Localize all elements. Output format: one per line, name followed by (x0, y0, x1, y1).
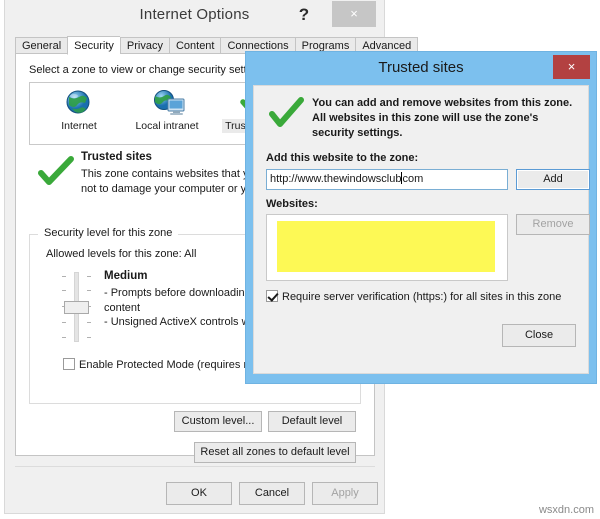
websites-listbox[interactable] (266, 214, 508, 281)
website-url-input[interactable]: http://www.thewindowsclubcom (266, 169, 508, 190)
security-level-legend: Security level for this zone (40, 227, 177, 239)
globe-monitor-icon (152, 87, 185, 117)
tab-security[interactable]: Security (67, 36, 120, 55)
globe-icon (64, 87, 94, 117)
slider-tick (87, 290, 91, 291)
allowed-levels-label: Allowed levels for this zone: All (46, 248, 197, 260)
apply-button[interactable]: Apply (312, 482, 378, 505)
slider-tick (87, 337, 91, 338)
slider-tick (62, 322, 66, 323)
redaction-overlay (277, 221, 495, 272)
require-verification-checkbox[interactable] (266, 290, 278, 302)
close-button[interactable]: Close (502, 324, 576, 347)
zone-description-title: Trusted sites (81, 151, 152, 163)
group-border-left (30, 234, 38, 235)
green-check-icon (38, 156, 74, 193)
cancel-button[interactable]: Cancel (239, 482, 305, 505)
page-title: Internet Options (139, 6, 250, 23)
protected-mode-row[interactable]: Enable Protected Mode (requires restar (63, 358, 272, 371)
custom-level-button[interactable]: Custom level... (174, 411, 262, 432)
banner-text: You can add and remove websites from thi… (312, 97, 573, 139)
security-level-name: Medium (104, 270, 148, 282)
help-icon[interactable]: ? (290, 2, 318, 28)
slider-tick (87, 322, 91, 323)
tab-content[interactable]: Content (168, 37, 221, 54)
slider-tick (62, 276, 66, 277)
tab-privacy[interactable]: Privacy (119, 37, 169, 54)
zone-label: Local intranet (135, 120, 199, 132)
zone-item-internet[interactable]: Internet (36, 87, 122, 133)
trusted-sites-dialog: Trusted sites × You can add and remove w… (246, 52, 596, 383)
remove-button[interactable]: Remove (516, 214, 590, 235)
zone-label: Internet (61, 120, 97, 132)
require-verification-label: Require server verification (https:) for… (282, 291, 562, 303)
require-verification-row[interactable]: Require server verification (https:) for… (266, 290, 561, 303)
green-check-icon (268, 96, 304, 135)
trusted-sites-titlebar: Trusted sites × (246, 52, 596, 85)
watermark: wsxdn.com (538, 504, 594, 516)
add-button[interactable]: Add (516, 169, 590, 190)
zone-prompt-label: Select a zone to view or change security… (29, 64, 262, 76)
slider-tick (62, 337, 66, 338)
url-text-before-caret: http://www.thewindowsclub (270, 173, 402, 185)
security-level-slider[interactable] (56, 272, 96, 342)
protected-mode-checkbox[interactable] (63, 358, 75, 370)
default-level-button[interactable]: Default level (268, 411, 356, 432)
add-website-label: Add this website to the zone: (266, 152, 419, 164)
dialog-title: Trusted sites (378, 59, 464, 76)
slider-tick (87, 276, 91, 277)
reset-all-zones-button[interactable]: Reset all zones to default level (194, 442, 356, 463)
protected-mode-label: Enable Protected Mode (requires restar (79, 359, 272, 371)
close-icon[interactable]: × (553, 55, 590, 79)
slider-tick (62, 290, 66, 291)
footer-divider (15, 466, 375, 467)
internet-options-titlebar: Internet Options ? × (5, 0, 384, 31)
slider-thumb[interactable] (64, 301, 89, 314)
zone-item-local-intranet[interactable]: Local intranet (124, 87, 210, 133)
ok-button[interactable]: OK (166, 482, 232, 505)
close-icon[interactable]: × (332, 1, 376, 27)
websites-label: Websites: (266, 198, 318, 210)
tab-general[interactable]: General (15, 37, 68, 54)
banner: You can add and remove websites from thi… (264, 94, 580, 140)
trusted-sites-body: You can add and remove websites from thi… (253, 85, 590, 374)
url-text-after-caret: com (402, 173, 424, 185)
